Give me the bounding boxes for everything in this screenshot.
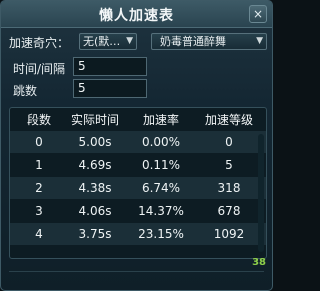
jumps-input[interactable]: 5 bbox=[73, 79, 147, 98]
cell-segments: 1 bbox=[35, 158, 43, 172]
window-title: 懒人加速表 bbox=[99, 8, 174, 24]
table-row: 0 5.00s 0.00% 0 bbox=[10, 131, 266, 153]
bottom-divider bbox=[9, 271, 264, 284]
cell-haste-level: 678 bbox=[217, 204, 241, 218]
cell-haste-rate: 6.74% bbox=[141, 181, 181, 195]
interval-input[interactable]: 5 bbox=[73, 57, 147, 76]
cell-haste-rate: 0.00% bbox=[141, 135, 181, 149]
cell-actual-time: 3.75s bbox=[78, 227, 112, 241]
chevron-down-icon: ▼ bbox=[126, 36, 133, 46]
cell-actual-time: 5.00s bbox=[78, 135, 112, 149]
cell-haste-rate: 23.15% bbox=[138, 227, 184, 241]
cell-haste-level: 318 bbox=[217, 181, 241, 195]
close-icon: × bbox=[252, 7, 264, 21]
cell-segments: 4 bbox=[35, 227, 43, 241]
mode-select-value: 奶毒普通醉舞 bbox=[160, 35, 226, 48]
mode-select[interactable]: 奶毒普通醉舞 ▼ bbox=[151, 33, 267, 50]
cell-haste-level: 5 bbox=[225, 158, 233, 172]
acupoint-select[interactable]: 无(默… ▼ bbox=[79, 33, 137, 50]
interval-label: 时间/间隔 bbox=[13, 62, 66, 76]
header-haste-rate: 加速率 bbox=[142, 113, 179, 127]
cell-actual-time: 4.38s bbox=[78, 181, 112, 195]
header-haste-level: 加速等级 bbox=[204, 113, 253, 127]
table-header-row: 段数 实际时间 加速率 加速等级 bbox=[10, 109, 266, 131]
acupoint-select-value: 无(默… bbox=[83, 35, 121, 48]
table-scrollbar[interactable] bbox=[258, 134, 264, 252]
cell-segments: 0 bbox=[35, 135, 43, 149]
cell-segments: 2 bbox=[35, 181, 43, 195]
cell-actual-time: 4.06s bbox=[78, 204, 112, 218]
acupoint-row: 加速奇穴： 无(默… ▼ 奶毒普通醉舞 ▼ bbox=[9, 33, 267, 51]
lazy-haste-table-window: 懒人加速表 × 加速奇穴： 无(默… ▼ 奶毒普通醉舞 ▼ 时间/间隔 5 跳数… bbox=[0, 0, 273, 291]
cell-haste-rate: 14.37% bbox=[138, 204, 184, 218]
cell-segments: 3 bbox=[35, 204, 43, 218]
acupoint-label: 加速奇穴： bbox=[9, 36, 70, 50]
table-row: 2 4.38s 6.74% 318 bbox=[10, 177, 266, 199]
chevron-down-icon: ▼ bbox=[256, 36, 263, 46]
cell-haste-level: 0 bbox=[225, 135, 233, 149]
cell-haste-level: 1092 bbox=[213, 227, 245, 241]
jumps-label: 跳数 bbox=[13, 84, 38, 98]
header-segments: 段数 bbox=[26, 113, 51, 127]
cell-actual-time: 4.69s bbox=[78, 158, 112, 172]
level-badge: 38 bbox=[252, 257, 266, 268]
table-row: 4 3.75s 23.15% 1092 bbox=[10, 223, 266, 245]
table-row: 1 4.69s 0.11% 5 bbox=[10, 154, 266, 176]
cell-haste-rate: 0.11% bbox=[141, 158, 181, 172]
haste-table: 段数 实际时间 加速率 加速等级 0 5.00s 0.00% 0 1 4.69s… bbox=[9, 107, 267, 259]
header-actual-time: 实际时间 bbox=[70, 113, 119, 127]
title-bar[interactable]: 懒人加速表 × bbox=[1, 1, 272, 28]
table-row: 3 4.06s 14.37% 678 bbox=[10, 200, 266, 222]
close-button[interactable]: × bbox=[249, 5, 267, 23]
